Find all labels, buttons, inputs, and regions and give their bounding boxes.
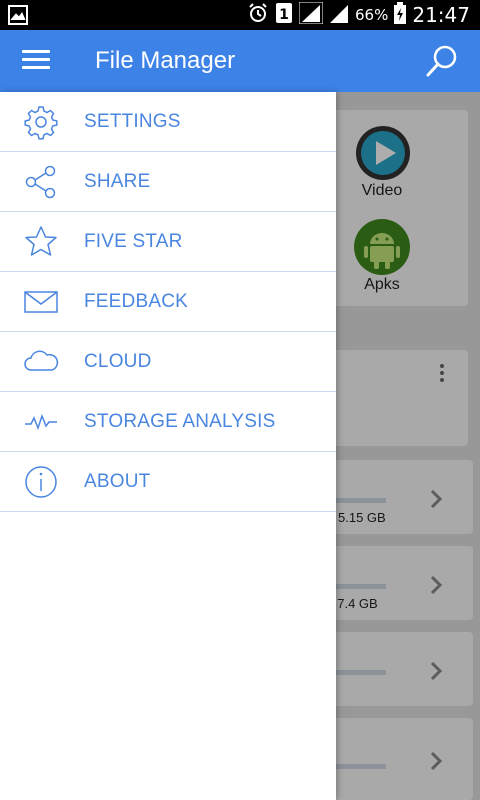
drawer-item-share[interactable]: SHARE bbox=[0, 152, 336, 212]
drawer-item-label: SHARE bbox=[84, 171, 151, 192]
app-title: File Manager bbox=[95, 47, 236, 74]
drawer-item-settings[interactable]: SETTINGS bbox=[0, 92, 336, 152]
drawer-item-label: SETTINGS bbox=[84, 111, 181, 132]
cloud-icon bbox=[24, 350, 59, 371]
info-icon bbox=[25, 466, 57, 498]
drawer-item-cloud[interactable]: CLOUD bbox=[0, 332, 336, 392]
drawer-item-five-star[interactable]: FIVE STAR bbox=[0, 212, 336, 272]
star-icon bbox=[25, 226, 57, 256]
drawer-item-label: FIVE STAR bbox=[84, 231, 183, 252]
sim-number: 1 bbox=[279, 7, 289, 23]
battery-percent: 66% bbox=[355, 6, 389, 24]
battery-charging-icon bbox=[394, 1, 407, 29]
pulse-icon bbox=[25, 413, 57, 431]
drawer-item-label: STORAGE ANALYSIS bbox=[84, 411, 276, 432]
hamburger-icon[interactable] bbox=[22, 50, 50, 72]
drawer-item-label: ABOUT bbox=[84, 471, 151, 492]
signal-icon bbox=[298, 1, 324, 29]
envelope-icon bbox=[24, 291, 58, 313]
app-bar: File Manager bbox=[0, 30, 480, 92]
share-icon bbox=[25, 165, 56, 199]
drawer-item-feedback[interactable]: FEEDBACK bbox=[0, 272, 336, 332]
drawer-item-storage-analysis[interactable]: STORAGE ANALYSIS bbox=[0, 392, 336, 452]
drawer-item-about[interactable]: ABOUT bbox=[0, 452, 336, 512]
drawer-item-label: CLOUD bbox=[84, 351, 152, 372]
gallery-icon bbox=[8, 5, 28, 30]
clock: 21:47 bbox=[412, 3, 470, 27]
search-icon[interactable] bbox=[424, 43, 460, 79]
signal-icon bbox=[329, 2, 349, 29]
alarm-icon bbox=[247, 2, 269, 29]
drawer-item-label: FEEDBACK bbox=[84, 291, 189, 312]
sim-icon: 1 bbox=[275, 2, 293, 29]
gear-icon bbox=[24, 106, 58, 140]
status-bar: 1 66% 21:47 bbox=[0, 0, 480, 30]
navigation-drawer: SETTINGS SHARE FIVE STAR FEEDBACK CLOUD … bbox=[0, 92, 336, 800]
